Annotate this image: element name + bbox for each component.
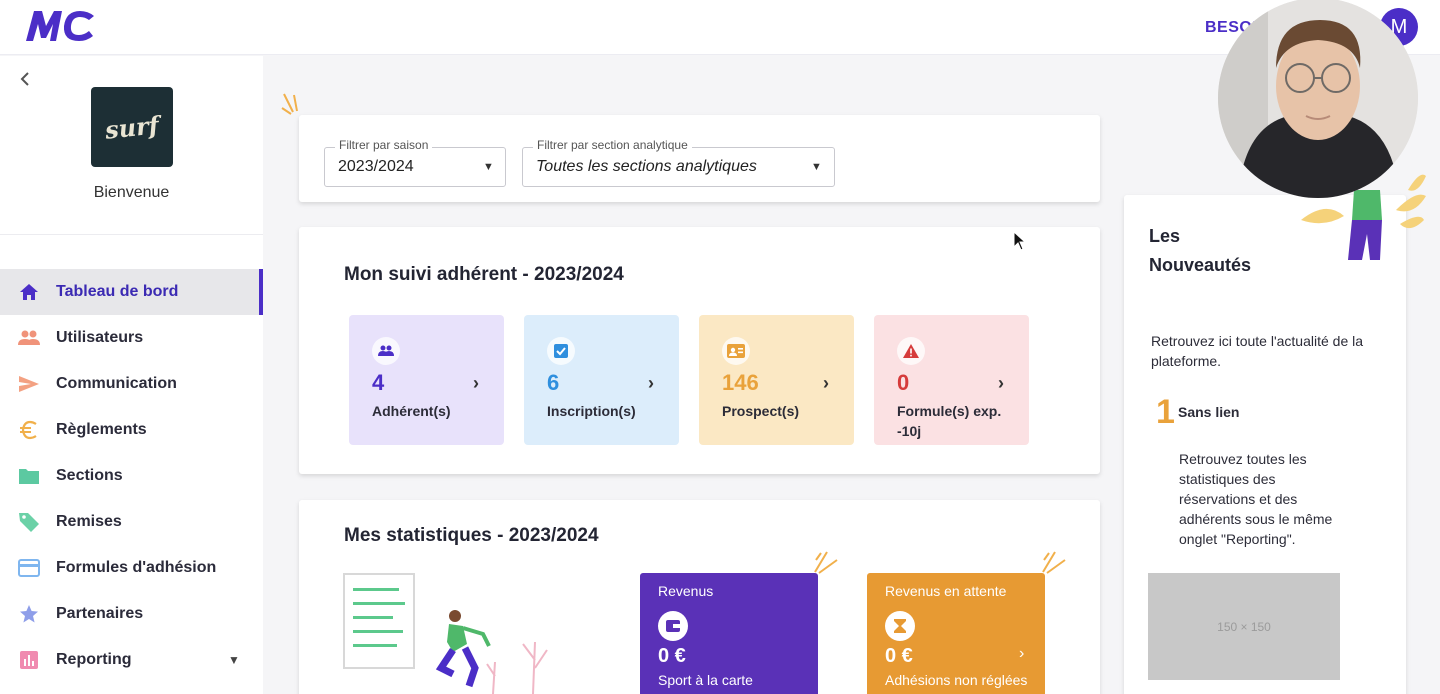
dropdown-arrow-icon: ▼	[811, 161, 822, 173]
folder-icon	[18, 465, 40, 487]
stat-value: 0	[897, 370, 910, 395]
chart-icon	[18, 649, 40, 671]
tag-icon	[18, 511, 40, 533]
chevron-down-icon[interactable]: ▼	[228, 653, 240, 667]
season-select[interactable]: Filtrer par saison 2023/2024 ▼	[324, 138, 506, 187]
stat-value: 4	[372, 370, 385, 395]
chevron-right-icon: ›	[473, 373, 479, 393]
stat-label: Adhérent(s)	[372, 403, 451, 419]
sidebar-item-remises[interactable]: Remises	[0, 499, 263, 545]
club-logo-text: surf	[103, 109, 161, 145]
pending-revenue-title: Revenus en attente	[885, 583, 1007, 599]
sidebar-item-label: Formules d'adhésion	[56, 559, 217, 576]
group-icon	[372, 337, 400, 365]
stat-adherents[interactable]: 4 Adhérent(s) ›	[349, 315, 504, 445]
hourglass-icon	[885, 611, 915, 641]
news-panel: Les Nouveautés Retrouvez ici toute l'act…	[1124, 195, 1406, 694]
news-item-description: Retrouvez toutes les statistiques des ré…	[1179, 451, 1333, 547]
star-icon	[18, 603, 40, 625]
sidebar-item-label: Remises	[56, 513, 122, 530]
revenue-subtitle: Sport à la carte	[658, 672, 753, 688]
sidebar-nav: Tableau de bord Utilisateurs Communicati…	[0, 269, 263, 683]
sidebar-item-label: Partenaires	[56, 605, 144, 622]
member-tracking-card: Mon suivi adhérent - 2023/2024 4 Adhéren…	[299, 227, 1100, 474]
users-icon	[18, 327, 40, 349]
section-select[interactable]: Filtrer par section analytique Toutes le…	[522, 138, 835, 187]
sidebar-item-label: Sections	[56, 467, 123, 484]
mouse-cursor-icon	[1013, 231, 1027, 251]
pending-revenue-subtitle: Adhésions non réglées	[885, 672, 1028, 688]
stat-label: Inscription(s)	[547, 403, 636, 419]
checkbox-icon	[547, 337, 575, 365]
sidebar: surf Bienvenue Tableau de bord Utilisate…	[0, 56, 263, 694]
sidebar-item-label: Règlements	[56, 421, 147, 438]
stat-expiring-formulas[interactable]: 0 Formule(s) exp. -10j ›	[874, 315, 1029, 445]
card-icon	[18, 557, 40, 579]
pending-revenue-value: 0 €	[885, 645, 913, 667]
euro-icon	[18, 419, 40, 441]
home-icon	[18, 281, 40, 303]
member-tracking-title: Mon suivi adhérent - 2023/2024	[344, 264, 624, 285]
sidebar-item-label: Reporting	[56, 651, 132, 668]
dropdown-arrow-icon: ▼	[483, 161, 494, 173]
stat-inscriptions[interactable]: 6 Inscription(s) ›	[524, 315, 679, 445]
sidebar-item-reglements[interactable]: Règlements	[0, 407, 263, 453]
warning-icon	[897, 337, 925, 365]
section-select-label: Filtrer par section analytique	[533, 138, 692, 152]
collapse-sidebar-icon[interactable]	[14, 68, 36, 90]
news-title-line: Les	[1149, 226, 1181, 246]
revenue-value: 0 €	[658, 645, 686, 667]
stat-prospects[interactable]: 146 Prospect(s) ›	[699, 315, 854, 445]
statistics-card: Mes statistiques - 2023/2024 Revenus 0 €…	[299, 500, 1100, 694]
news-item-number: 1	[1156, 393, 1175, 431]
chevron-right-icon: ›	[998, 373, 1004, 393]
news-title: Les Nouveautés	[1149, 222, 1299, 280]
top-bar: BESOIN M	[0, 0, 1440, 55]
news-image-placeholder: 150 × 150	[1148, 573, 1340, 680]
contact-card-icon	[722, 337, 750, 365]
chevron-right-icon: ›	[823, 373, 829, 393]
season-select-label: Filtrer par saison	[335, 138, 433, 152]
sidebar-item-sections[interactable]: Sections	[0, 453, 263, 499]
revenue-title: Revenus	[658, 583, 714, 599]
sidebar-item-utilisateurs[interactable]: Utilisateurs	[0, 315, 263, 361]
news-intro: Retrouvez ici toute l'actualité de la pl…	[1151, 333, 1364, 369]
stat-value: 146	[722, 370, 759, 395]
pending-revenue-card[interactable]: Revenus en attente 0 € Adhésions non rég…	[867, 573, 1045, 694]
stat-label: Prospect(s)	[722, 403, 800, 419]
stat-label: Formule(s) exp. -10j	[897, 403, 1002, 439]
wallet-icon	[658, 611, 688, 641]
sparkle-decoration-icon	[814, 551, 838, 574]
sidebar-item-reporting[interactable]: Reporting ▼	[0, 637, 263, 683]
section-select-value: Toutes les sections analytiques	[536, 158, 757, 175]
chevron-right-icon: ›	[648, 373, 654, 393]
sidebar-item-tableau-de-bord[interactable]: Tableau de bord	[0, 269, 263, 315]
sidebar-item-partenaires[interactable]: Partenaires	[0, 591, 263, 637]
runner-illustration	[343, 573, 548, 694]
chevron-right-icon: ›	[1019, 645, 1025, 662]
send-icon	[18, 373, 40, 395]
divider	[0, 234, 263, 235]
sidebar-item-label: Tableau de bord	[56, 283, 179, 300]
club-logo: surf	[91, 87, 173, 167]
revenue-card[interactable]: Revenus 0 € Sport à la carte	[640, 573, 818, 694]
sidebar-item-label: Utilisateurs	[56, 329, 144, 346]
sidebar-item-label: Communication	[56, 375, 177, 392]
sidebar-item-formules-adhesion[interactable]: Formules d'adhésion	[0, 545, 263, 591]
stat-value: 6	[547, 370, 560, 395]
sidebar-item-communication[interactable]: Communication	[0, 361, 263, 407]
news-item-title[interactable]: Sans lien	[1178, 404, 1239, 420]
statistics-title: Mes statistiques - 2023/2024	[344, 525, 599, 546]
webcam-overlay	[1218, 0, 1418, 198]
app-logo[interactable]	[24, 8, 98, 49]
sparkle-decoration-icon	[1042, 551, 1066, 574]
season-select-value: 2023/2024	[338, 158, 414, 175]
news-title-line: Nouveautés	[1149, 255, 1252, 275]
welcome-text: Bienvenue	[93, 184, 170, 201]
filter-card: Filtrer par saison 2023/2024 ▼ Filtrer p…	[299, 115, 1100, 202]
